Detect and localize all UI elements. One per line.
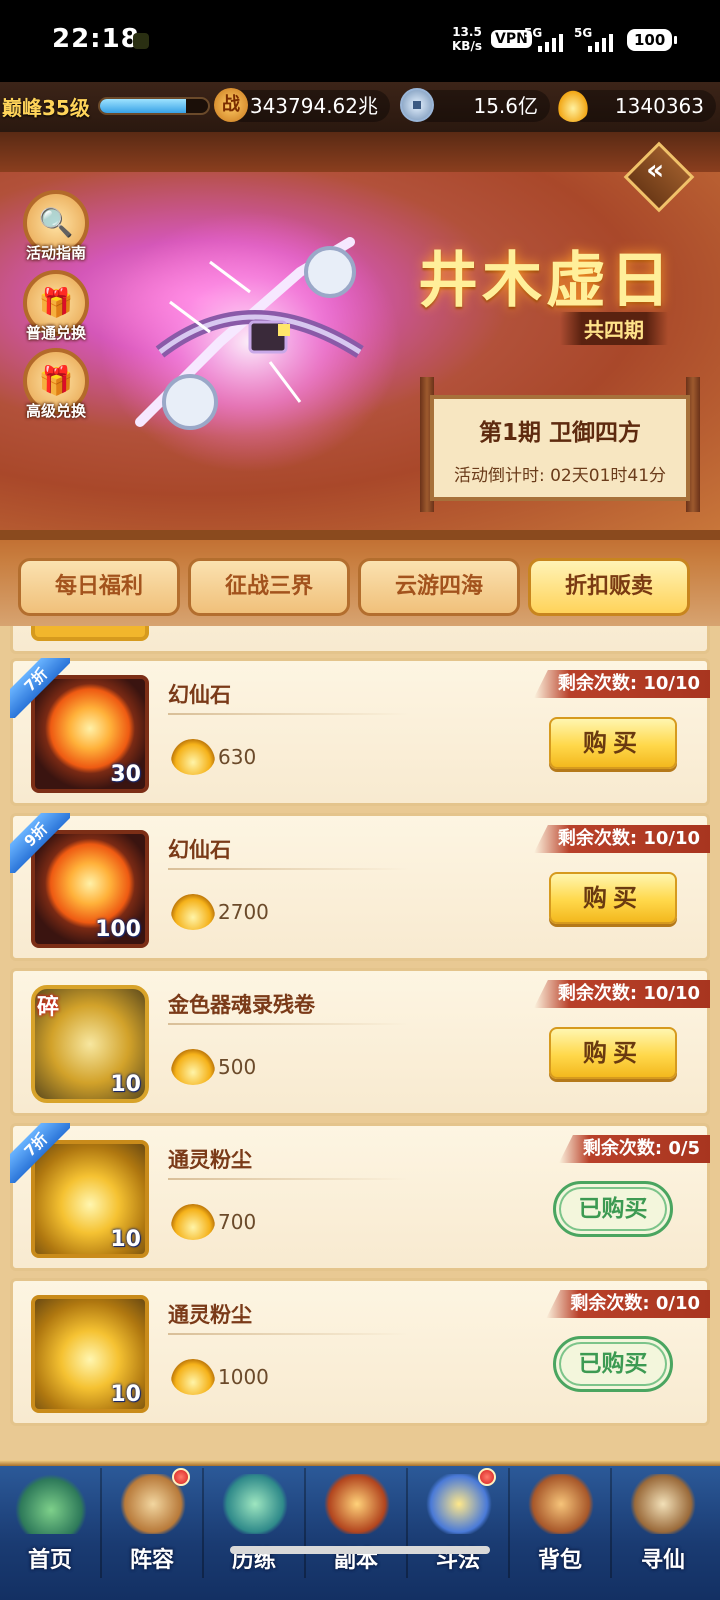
item-quantity: 10 xyxy=(110,1072,141,1097)
gold-ingot-icon xyxy=(171,739,215,775)
buy-button[interactable]: 购买 xyxy=(549,717,677,769)
item-price: 700 xyxy=(218,1210,257,1234)
power-value: 343794.62兆 xyxy=(226,90,390,122)
tab-travel[interactable]: 云游四海 xyxy=(358,558,520,616)
list-item: 碎 10 金色器魂录残卷 500 剩余次数: 10/10 购买 xyxy=(10,968,710,1116)
list-item: 100 9折 幻仙石 2700 剩余次数: 10/10 购买 xyxy=(10,813,710,961)
scroll-icon xyxy=(627,1474,699,1534)
bag-icon xyxy=(525,1474,597,1534)
gold-ingot-icon xyxy=(171,1049,215,1085)
exp-bar-fill xyxy=(100,99,187,113)
fragment-tag: 碎 xyxy=(37,995,60,1020)
gate-icon xyxy=(321,1474,393,1534)
chevron-left-icon: « xyxy=(646,153,665,187)
purchased-stamp: 已购买 xyxy=(553,1181,673,1237)
list-item: 10 通灵粉尘 1000 剩余次数: 0/10 已购买 xyxy=(10,1278,710,1426)
gold-ingot-icon xyxy=(556,88,590,122)
home-indicator[interactable] xyxy=(230,1546,490,1554)
buy-button[interactable]: 购买 xyxy=(549,1027,677,1079)
normal-exchange-button[interactable]: 🎁 普通兑换 xyxy=(20,270,92,343)
nav-training[interactable]: 历练 xyxy=(204,1468,306,1578)
nav-home[interactable]: 首页 xyxy=(0,1468,102,1578)
item-price: 630 xyxy=(218,745,257,769)
resource-bar: 巅峰35级 343794.62兆 战 15.6亿 1340363 xyxy=(0,82,720,132)
period-title: 第1期 卫御四方 xyxy=(478,420,641,446)
island-icon xyxy=(15,1474,87,1534)
advanced-exchange-button[interactable]: 🎁 高级兑换 xyxy=(20,348,92,421)
banner-beam xyxy=(0,132,720,172)
net-speed: 13.5 KB/s xyxy=(452,25,482,53)
remaining-count: 剩余次数: 10/10 xyxy=(533,825,710,853)
nav-dungeon[interactable]: 副本 xyxy=(306,1468,408,1578)
clock: 22:18 xyxy=(52,24,140,54)
signal-icon-2: 5G xyxy=(574,26,622,54)
list-item: 10 7折 通灵粉尘 700 剩余次数: 0/5 已购买 xyxy=(10,1123,710,1271)
countdown-text: 活动倒计时: 02天01时41分 xyxy=(453,466,667,486)
remaining-count: 剩余次数: 10/10 xyxy=(533,980,710,1008)
discount-badge: 9折 xyxy=(10,813,70,873)
nav-bag[interactable]: 背包 xyxy=(510,1468,612,1578)
player-level: 巅峰35级 xyxy=(2,96,90,120)
item-name: 通灵粉尘 xyxy=(168,1148,252,1172)
list-item-partial xyxy=(10,626,710,654)
notification-dot-icon xyxy=(172,1468,190,1486)
item-name: 幻仙石 xyxy=(168,683,231,707)
remaining-count: 剩余次数: 0/10 xyxy=(546,1290,710,1318)
purchased-stamp: 已购买 xyxy=(553,1336,673,1392)
period-board: 第1期 卫御四方 活动倒计时: 02天01时41分 xyxy=(420,377,700,512)
tab-conquest[interactable]: 征战三界 xyxy=(188,558,350,616)
gold-ingot-icon xyxy=(171,894,215,930)
exp-bar xyxy=(98,97,210,115)
activity-guide-button[interactable]: 🔍 活动指南 xyxy=(20,190,92,263)
discount-badge: 7折 xyxy=(10,658,70,718)
item-quantity: 10 xyxy=(110,1382,141,1407)
crossbow-weapon-icon xyxy=(100,212,400,472)
tab-bar: 每日福利 征战三界 云游四海 折扣贩卖 xyxy=(0,530,720,626)
gold-ingot-icon xyxy=(171,1359,215,1395)
event-title: 井木虚日 xyxy=(418,246,674,316)
nav-seek-immortal[interactable]: 寻仙 xyxy=(612,1468,714,1578)
item-quantity: 30 xyxy=(110,762,141,787)
remaining-count: 剩余次数: 10/10 xyxy=(533,670,710,698)
remaining-count: 剩余次数: 0/5 xyxy=(558,1135,710,1163)
spirit-dust-icon: 10 xyxy=(31,1295,149,1413)
tab-discount-sale[interactable]: 折扣贩卖 xyxy=(528,558,690,616)
item-list[interactable]: 30 7折 幻仙石 630 剩余次数: 10/10 购买 100 9折 幻仙石 … xyxy=(0,626,720,1460)
tab-daily-welfare[interactable]: 每日福利 xyxy=(18,558,180,616)
item-quantity: 100 xyxy=(95,917,141,942)
item-name: 通灵粉尘 xyxy=(168,1303,252,1327)
item-price: 2700 xyxy=(218,900,269,924)
item-name: 幻仙石 xyxy=(168,838,231,862)
event-banner: 🔍 活动指南 🎁 普通兑换 🎁 高级兑换 « 井木虚日 共四期 第1期 卫御四方… xyxy=(0,132,720,530)
item-price: 500 xyxy=(218,1055,257,1079)
status-bar: 22:18 13.5 KB/s VPN 5G 5G 100 xyxy=(0,0,720,82)
list-item: 30 7折 幻仙石 630 剩余次数: 10/10 购买 xyxy=(10,658,710,806)
nav-duel[interactable]: 斗法 xyxy=(408,1468,510,1578)
buy-button[interactable]: 购买 xyxy=(549,872,677,924)
bottom-nav: 首页 阵容 历练 副本 斗法 背包 寻仙 xyxy=(0,1460,720,1600)
item-name: 金色器魂录残卷 xyxy=(168,993,315,1017)
event-subtitle: 共四期 xyxy=(560,312,668,345)
gold-ingot-icon xyxy=(171,1204,215,1240)
notification-dot-icon xyxy=(478,1468,496,1486)
discount-badge: 7折 xyxy=(10,1123,70,1183)
scroll-fragment-icon: 碎 10 xyxy=(31,985,149,1103)
signal-icon: 5G xyxy=(524,26,572,54)
copper-coin-icon xyxy=(400,88,434,122)
beast-icon xyxy=(219,1474,291,1534)
nav-lineup[interactable]: 阵容 xyxy=(102,1468,204,1578)
item-quantity: 10 xyxy=(110,1227,141,1252)
item-price: 1000 xyxy=(218,1365,269,1389)
battery-icon: 100 xyxy=(627,29,678,51)
notification-dot-icon xyxy=(133,33,149,49)
battle-power-icon: 战 xyxy=(214,88,248,122)
